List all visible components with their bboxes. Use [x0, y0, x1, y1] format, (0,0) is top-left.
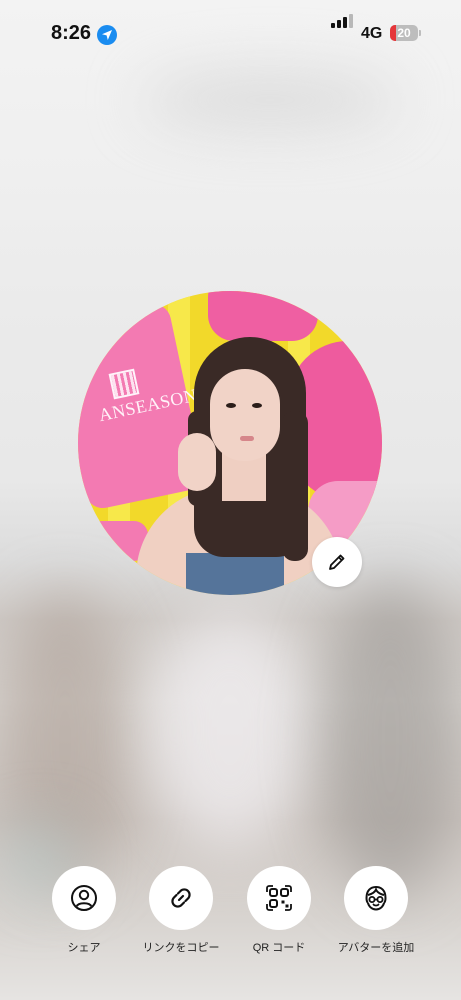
person-hand [178, 433, 216, 491]
qr-code-action[interactable]: QR コード [231, 866, 327, 956]
person-denim-top [186, 553, 284, 595]
share-action[interactable]: シェア [36, 866, 132, 956]
add-avatar-button[interactable] [344, 866, 408, 930]
pink-shape [208, 291, 318, 341]
edit-avatar-button[interactable] [312, 537, 362, 587]
location-arrow-icon [97, 25, 117, 45]
add-avatar-label: アバターを追加 [337, 942, 415, 954]
person-hair-strand [282, 411, 308, 561]
background-blur [150, 610, 310, 850]
network-type: 4G [361, 25, 383, 42]
person-lips [240, 436, 254, 441]
add-avatar-action[interactable]: アバターを追加 [328, 866, 424, 956]
copy-link-action[interactable]: リンクをコピー [133, 866, 229, 956]
background-blur [140, 70, 400, 130]
link-icon [171, 888, 191, 908]
person-circle-icon [71, 885, 97, 911]
share-button[interactable] [52, 866, 116, 930]
status-bar: 8:26 4G 20 [0, 0, 461, 66]
person-eye [226, 403, 236, 408]
battery-cap [419, 30, 421, 36]
avatar-face-icon [365, 885, 387, 911]
battery-icon: 20 [390, 25, 418, 41]
person-eye [252, 403, 262, 408]
product-qr-mark [108, 368, 140, 400]
status-time: 8:26 [51, 22, 92, 44]
copy-link-button[interactable] [149, 866, 213, 930]
pencil-icon [329, 554, 345, 570]
qr-code-button[interactable] [247, 866, 311, 930]
background-blur [320, 580, 461, 900]
qr-code-icon [266, 885, 292, 911]
person-face [210, 369, 280, 461]
battery-level: 20 [397, 26, 411, 40]
